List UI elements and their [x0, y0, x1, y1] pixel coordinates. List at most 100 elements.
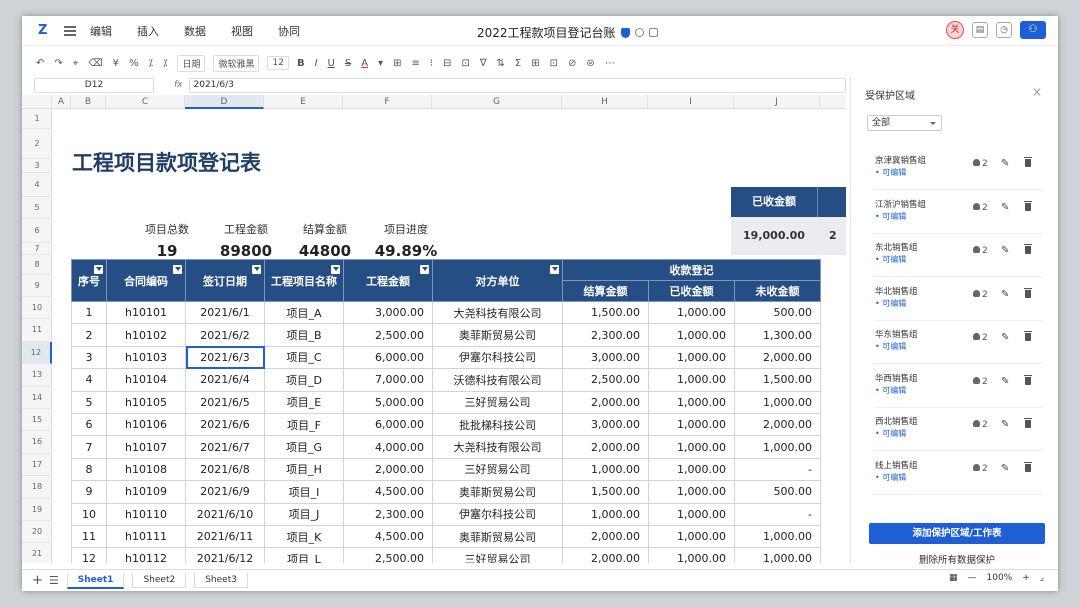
table-cell[interactable]: 1,000.00: [648, 412, 735, 437]
menu-view[interactable]: 视图: [231, 23, 253, 39]
delete-icon[interactable]: [1024, 157, 1032, 167]
currency-icon[interactable]: ¥: [113, 58, 119, 69]
delete-icon[interactable]: [1024, 331, 1032, 341]
column-header-d[interactable]: D: [185, 95, 264, 109]
stat-label-amount[interactable]: 工程金额: [206, 221, 286, 237]
zoom-out-icon[interactable]: —: [968, 573, 977, 583]
clear-format-icon[interactable]: ⌫: [88, 58, 102, 69]
group-user-count[interactable]: 2: [973, 246, 988, 256]
table-cell[interactable]: 三好贸易公司: [432, 390, 563, 414]
group-user-count[interactable]: 2: [973, 377, 988, 387]
table-cell[interactable]: 2,300.00: [343, 502, 433, 526]
table-cell[interactable]: 2021/6/12: [185, 547, 265, 563]
table-cell[interactable]: -: [734, 502, 821, 526]
table-cell[interactable]: h10111: [106, 524, 186, 549]
table-cell[interactable]: 4,500.00: [343, 524, 433, 549]
table-cell[interactable]: 2,000.00: [562, 435, 649, 459]
table-cell[interactable]: 项目_H: [264, 457, 344, 482]
header-payment-register[interactable]: 收款登记: [562, 259, 821, 281]
table-cell[interactable]: h10103: [106, 345, 186, 370]
row-header-6[interactable]: 6: [22, 219, 52, 243]
filter-icon[interactable]: [420, 265, 429, 274]
table-cell[interactable]: -: [734, 457, 821, 482]
view-mode-icon[interactable]: ▦: [949, 573, 958, 583]
row-header-17[interactable]: 17: [22, 454, 52, 477]
protected-group-item[interactable]: 线上销售组 • 可编辑 2 ✎: [873, 452, 1043, 495]
fill-color-icon[interactable]: ▾: [378, 58, 383, 69]
table-cell[interactable]: 12: [71, 547, 107, 563]
group-user-count[interactable]: 2: [973, 159, 988, 169]
table-cell[interactable]: 6,000.00: [343, 345, 433, 370]
stat-value-progress[interactable]: 49.89%: [366, 242, 446, 260]
group-user-count[interactable]: 2: [973, 290, 988, 300]
row-header-8[interactable]: 8: [22, 255, 52, 275]
table-cell[interactable]: 2021/6/8: [185, 457, 265, 482]
header-contract-code[interactable]: 合同编码: [106, 259, 186, 302]
table-cell[interactable]: 奥菲斯贸易公司: [432, 323, 563, 347]
table-cell[interactable]: 1,000.00: [648, 547, 735, 563]
table-cell[interactable]: 奥菲斯贸易公司: [432, 480, 563, 504]
menu-edit[interactable]: 编辑: [90, 23, 112, 39]
number-format-select[interactable]: 日期: [177, 54, 206, 72]
column-header-a[interactable]: A: [52, 95, 71, 109]
received-header[interactable]: 已收金额: [731, 187, 817, 217]
tab-sheet2[interactable]: Sheet2: [132, 573, 187, 588]
table-cell[interactable]: 1,500.00: [562, 300, 649, 325]
table-cell[interactable]: 项目_F: [264, 412, 344, 437]
table-cell[interactable]: 1,000.00: [734, 547, 821, 563]
column-header-b[interactable]: B: [71, 95, 106, 109]
table-cell[interactable]: 2021/6/10: [185, 502, 265, 526]
filter-icon[interactable]: [331, 265, 340, 274]
app-logo-icon[interactable]: Z: [38, 23, 52, 38]
table-cell[interactable]: 2021/6/6: [185, 412, 265, 437]
table-cell[interactable]: 项目_G: [264, 435, 344, 459]
table-cell[interactable]: h10110: [106, 502, 186, 526]
zoom-in-icon[interactable]: +: [1022, 573, 1030, 583]
stat-value-amount[interactable]: 89800: [206, 242, 286, 260]
header-counterparty[interactable]: 对方单位: [432, 259, 563, 302]
table-cell[interactable]: 2,500.00: [343, 547, 433, 563]
delete-icon[interactable]: [1024, 200, 1032, 211]
table-cell[interactable]: 1,000.00: [648, 345, 735, 370]
delete-icon[interactable]: [1024, 418, 1032, 428]
header-index[interactable]: 序号: [71, 259, 107, 302]
menu-collab[interactable]: 协同: [278, 23, 300, 39]
table-cell[interactable]: 项目_C: [264, 345, 344, 370]
zoom-level[interactable]: 100%: [987, 573, 1013, 583]
cloud-save-icon[interactable]: [648, 28, 658, 37]
bold-button[interactable]: B: [297, 58, 305, 69]
table-cell[interactable]: 大尧科技有限公司: [432, 300, 563, 325]
table-cell[interactable]: 2021/6/2: [185, 323, 265, 347]
table-cell[interactable]: 1,000.00: [648, 390, 735, 414]
table-cell[interactable]: 1,000.00: [648, 300, 735, 325]
menu-insert[interactable]: 插入: [137, 23, 159, 39]
cell-reference-input[interactable]: D12: [34, 77, 154, 93]
header-amount[interactable]: 工程金额: [343, 259, 433, 302]
table-cell[interactable]: 大尧科技有限公司: [432, 435, 563, 459]
column-header-g[interactable]: G: [432, 95, 562, 109]
table-cell[interactable]: 伊塞尔科技公司: [432, 345, 563, 370]
stat-value-total[interactable]: 19: [127, 242, 207, 260]
share-button[interactable]: ⚇: [1020, 21, 1046, 39]
table-cell[interactable]: 2,000.00: [343, 457, 433, 482]
table-cell[interactable]: 批批梯科技公司: [432, 412, 563, 437]
delete-icon[interactable]: [1024, 374, 1032, 385]
protected-group-item[interactable]: 西北销售组 • 可编辑 2 ✎: [873, 408, 1043, 451]
table-cell[interactable]: 8: [71, 457, 107, 482]
table-icon[interactable]: ⊞: [531, 58, 539, 69]
table-cell[interactable]: 5: [71, 390, 107, 414]
font-family-select[interactable]: 微软雅黑: [213, 54, 260, 72]
link-icon[interactable]: ⊘: [568, 58, 576, 69]
undo-icon[interactable]: ↶: [36, 58, 44, 69]
table-cell[interactable]: 3,000.00: [562, 412, 649, 437]
table-cell[interactable]: 项目_B: [264, 323, 344, 347]
menu-data[interactable]: 数据: [184, 23, 206, 39]
table-cell[interactable]: h10107: [106, 435, 186, 459]
row-header-9[interactable]: 9: [22, 275, 52, 297]
table-cell[interactable]: 1,000.00: [734, 524, 821, 549]
table-cell[interactable]: 2: [71, 323, 107, 347]
protected-group-item[interactable]: 江浙沪销售组 • 可编辑 2 ✎: [873, 191, 1043, 234]
shield-icon[interactable]: [620, 27, 630, 38]
merge-icon[interactable]: ⊟: [443, 58, 451, 69]
row-header-15[interactable]: 15: [22, 409, 52, 432]
